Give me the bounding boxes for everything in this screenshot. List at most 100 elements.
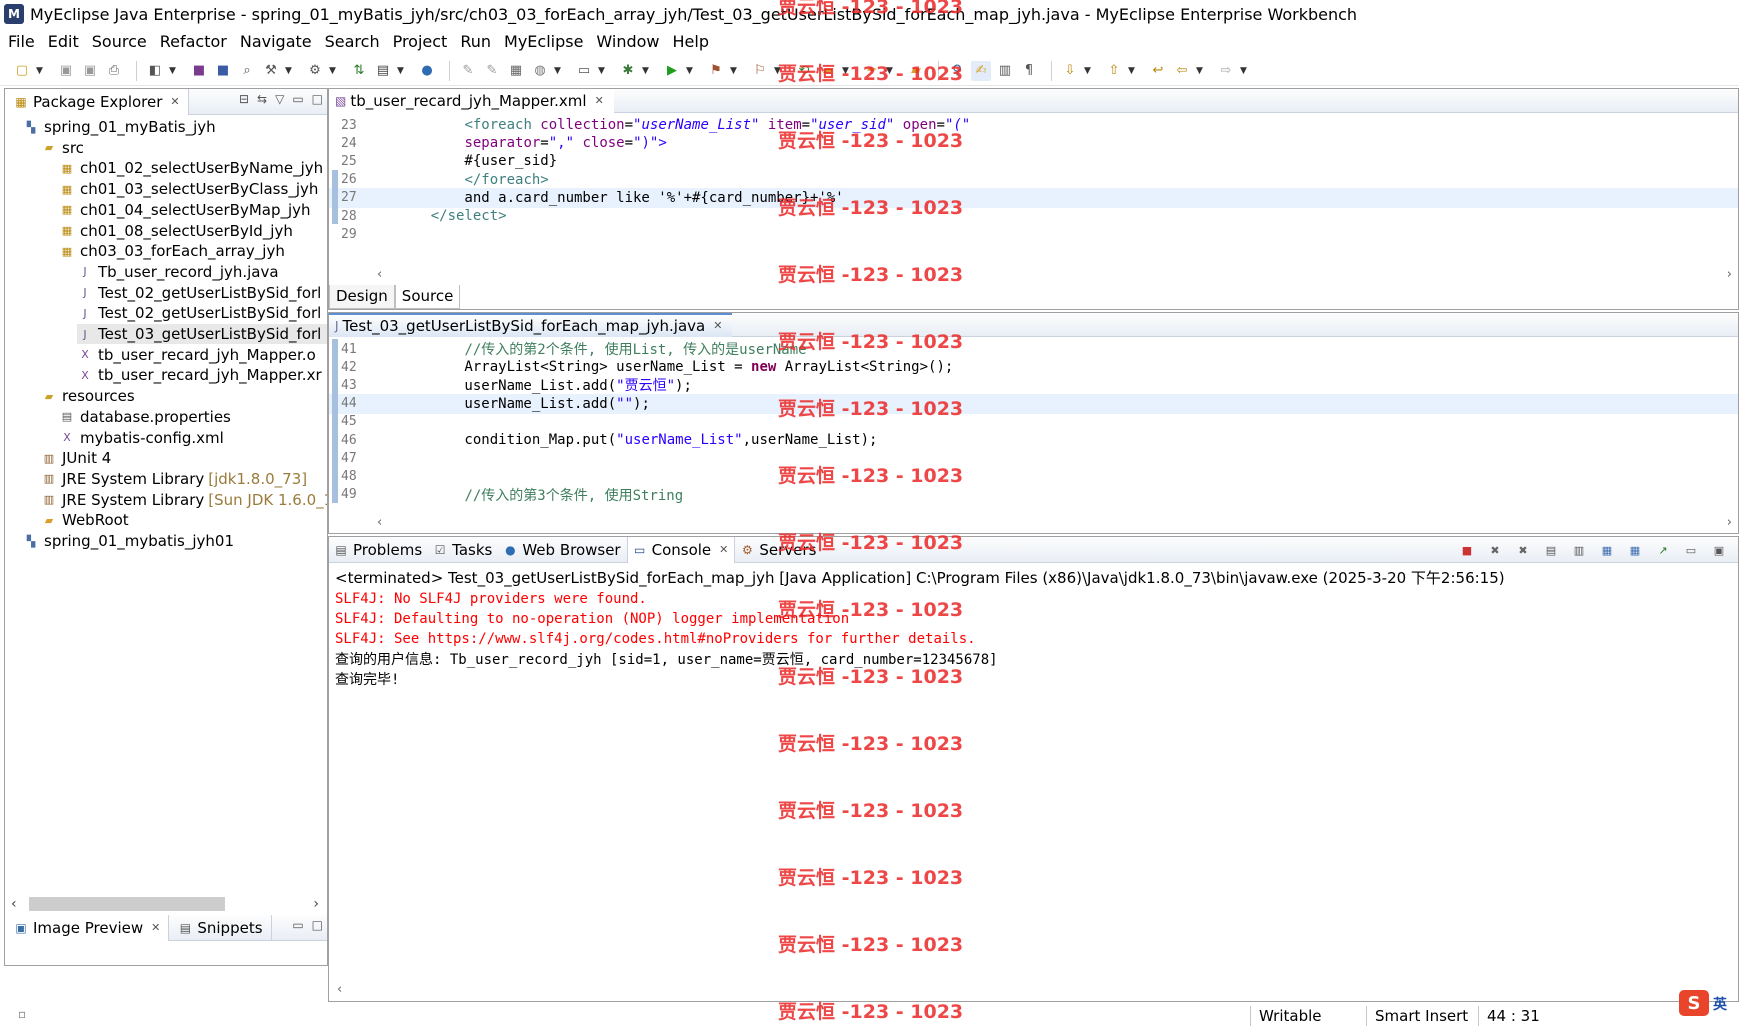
highlight-icon[interactable]: ✍ [971,60,991,81]
save-all-icon[interactable]: ▣ [80,61,100,81]
link-with-editor-icon[interactable]: ⇆ [257,92,267,106]
tab-console[interactable]: ▭ Console ✕ [626,536,736,563]
chevron-down-icon[interactable]: ▼ [730,66,740,76]
tree-item[interactable]: ▰ WebRoot [41,510,129,530]
tree-item[interactable]: ▰ src [41,138,84,158]
menu-item-window[interactable]: Window [592,32,668,51]
globe-icon[interactable]: ● [417,61,437,81]
print-icon[interactable]: ⎙ [104,61,124,81]
tree-item[interactable]: ▦ ch03_03_forEach_array_jyh [59,241,285,261]
pin-console-icon[interactable]: ↗ [1654,541,1672,559]
tab-servers[interactable]: ⚙ Servers [735,537,822,563]
close-icon[interactable]: ✕ [713,319,722,332]
tree-item[interactable]: ▥ JRE System Library [Sun JDK 1.6.0_1 [41,490,327,510]
scroll-right-icon[interactable]: › [313,896,319,912]
profile-icon[interactable]: ⚐ [750,61,770,81]
chevron-down-icon[interactable]: ▼ [554,66,564,76]
last-edit-icon[interactable]: ↩ [1148,61,1168,81]
save-icon[interactable]: ▣ [56,61,76,81]
chevron-down-icon[interactable]: ▼ [886,66,896,76]
code-line[interactable]: 44 userName_List.add(""); [329,393,1738,414]
server-icon[interactable]: ▤ [373,61,393,81]
scroll-left-icon[interactable]: ‹ [337,982,342,997]
chevron-down-icon[interactable]: ▼ [686,66,696,76]
show-on-stderr-icon[interactable]: ▦ [1626,541,1644,559]
folder-icon[interactable]: ▰ [906,61,926,81]
tree-item[interactable]: ▥ JRE System Library [jdk1.8.0_73] [41,469,307,489]
chevron-down-icon[interactable]: ▼ [842,66,852,76]
tool-icon[interactable]: ✎ [482,61,502,81]
code-line[interactable]: 43 userName_List.add("贾云恒"); [329,375,1738,395]
tree-item[interactable]: ▦ ch01_04_selectUserByMap_jyh [59,200,311,220]
horizontal-scrollbar[interactable]: ‹ › [329,515,1738,531]
code-line[interactable]: 24 separator="," close=")"> [329,133,1738,153]
external-tools-icon[interactable]: ⚑ [706,61,726,81]
tree-item[interactable]: Xmybatis-config.xml [59,428,224,448]
scroll-lock-icon[interactable]: ▥ [1570,541,1588,559]
tree-item[interactable]: J Test_02_getUserListBySid_forl [77,283,321,303]
menu-item-source[interactable]: Source [88,32,156,51]
tree-item[interactable]: Xtb_user_recard_jyh_Mapper.o [77,345,316,365]
close-icon[interactable]: ✕ [151,921,160,934]
new-console-icon[interactable]: ▣ [1710,541,1728,559]
ime-language-indicator[interactable]: 英 [1713,994,1727,1014]
code-line[interactable]: 41 //传入的第2个条件, 使用List, 传入的是userName [329,339,1738,359]
tab-problems[interactable]: ▤ Problems [329,537,428,563]
tree-item[interactable]: ▥ JUnit 4 [41,448,111,468]
scroll-right-icon[interactable]: › [1727,267,1732,282]
display-console-icon[interactable]: ▭ [1682,541,1700,559]
code-line[interactable]: 49 //传入的第3个条件, 使用String [329,485,1738,505]
tree-item[interactable]: ▰ resources [41,386,135,406]
menu-item-help[interactable]: Help [669,32,718,51]
chevron-down-icon[interactable]: ▼ [1084,66,1094,76]
clear-console-icon[interactable]: ▤ [1542,541,1560,559]
scrollbar-thumb[interactable] [29,897,225,911]
back-icon[interactable]: ⇦ [1172,61,1192,81]
horizontal-scrollbar[interactable]: ‹ › [329,267,1738,283]
console-output[interactable]: SLF4J: No SLF4J providers were found. SLF… [335,589,1732,689]
forward-icon[interactable]: ⇨ [1216,61,1236,81]
tool-icon[interactable]: ✎ [458,61,478,81]
manage-deployments-icon[interactable]: ⇅ [349,61,369,81]
chevron-down-icon[interactable]: ▼ [1196,66,1206,76]
collapse-all-icon[interactable]: ⊟ [239,92,249,106]
tab-java-file[interactable]: J Test_03_getUserListBySid_forEach_map_j… [329,312,733,337]
menu-item-run[interactable]: Run [456,32,500,51]
view-menu-icon[interactable]: ▽ [275,92,284,106]
remove-all-icon[interactable]: ✖ [1514,541,1532,559]
prev-annotation-icon[interactable]: ⇧ [1104,61,1124,81]
run-icon[interactable]: ▶ [662,61,682,81]
code-line[interactable]: 23 <foreach collection="userName_List" i… [329,115,1738,135]
scroll-right-icon[interactable]: › [1727,515,1732,530]
open-folder-icon[interactable]: ▰ [818,61,838,81]
tree-item[interactable]: ▚ spring_01_myBatis_jyh [23,117,216,137]
new-wizard-icon[interactable]: ▢ [12,61,32,81]
scroll-left-icon[interactable]: ‹ [377,267,382,282]
menu-item-refactor[interactable]: Refactor [156,32,236,51]
code-line[interactable]: 27 and a.card_number like '%'+#{card_num… [329,187,1738,208]
chevron-down-icon[interactable]: ▼ [774,66,784,76]
show-on-stdout-icon[interactable]: ▦ [1598,541,1616,559]
tree-item[interactable]: ▤ database.properties [59,407,231,427]
code-line[interactable]: 46 condition_Map.put("userName_List",use… [329,430,1738,450]
code-area[interactable]: 23 <foreach collection="userName_List" i… [329,115,1738,265]
code-area[interactable]: 41 //传入的第2个条件, 使用List, 传入的是userName 42 Ar… [329,339,1738,509]
terminate-icon[interactable]: ■ [1458,541,1476,559]
menu-item-search[interactable]: Search [321,32,389,51]
chevron-down-icon[interactable]: ▼ [397,66,407,76]
close-icon[interactable]: ✕ [170,95,179,108]
scroll-left-icon[interactable]: ‹ [377,515,382,530]
ime-sogou-icon[interactable]: S [1679,990,1709,1016]
scroll-left-icon[interactable]: ‹ [11,896,17,912]
remove-launch-icon[interactable]: ✖ [1486,541,1504,559]
tab-image-preview[interactable]: ▣ Image Preview ✕ [5,914,170,941]
chevron-down-icon[interactable]: ▼ [1128,66,1138,76]
chevron-down-icon[interactable]: ▼ [169,66,179,76]
tree-item[interactable]: Xtb_user_recard_jyh_Mapper.xr [77,365,321,385]
chevron-down-icon[interactable]: ▼ [1240,66,1250,76]
code-line[interactable]: 29 [329,224,1738,244]
window-icon[interactable]: ▭ [574,61,594,81]
maximize-icon[interactable]: □ [312,92,323,106]
db-icon[interactable]: ◍ [530,61,550,81]
tree-item[interactable]: J Test_03_getUserListBySid_forl [77,324,327,344]
